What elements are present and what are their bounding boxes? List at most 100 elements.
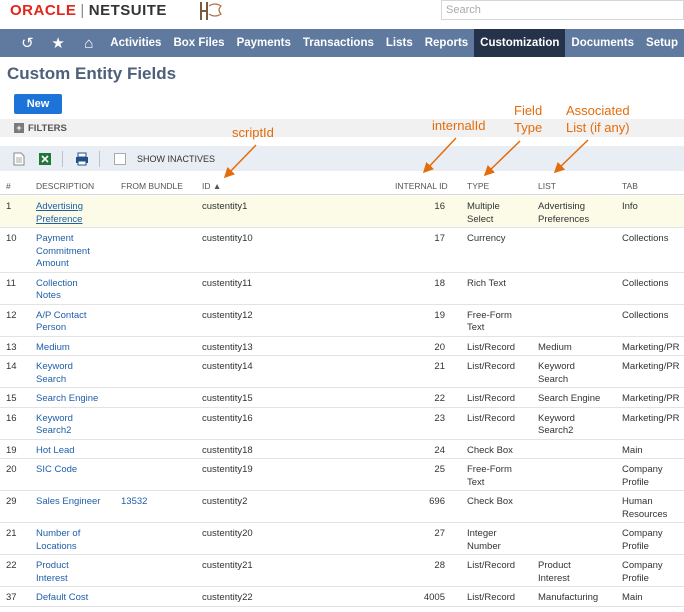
field-type-line: List/Record [467,592,516,603]
internal-id: 24 [434,444,445,456]
field-type: Currency [467,233,506,246]
description-link[interactable]: Keyword Search2 [36,413,73,438]
bundle-link[interactable]: 13532 [121,496,147,509]
star-icon[interactable]: ★ [43,29,74,57]
table-row[interactable]: 12 A/P Contact Person custentity12 19 Free-Fo… [0,305,684,337]
list-name-line: Keyword [538,412,575,424]
description-line: Search [36,373,67,385]
col-type-header[interactable]: TYPE [467,181,489,191]
nav-item-activities[interactable]: Activities [104,29,167,57]
row-number: 21 [6,528,17,539]
print-icon[interactable] [75,152,89,166]
export-csv-icon[interactable] [12,152,26,166]
col-list-header[interactable]: LIST [538,181,556,191]
script-id: custentity10 [202,233,253,244]
row-number: 37 [6,592,17,603]
table-row[interactable]: 16 Keyword Search2 custentity16 23 List/Recor… [0,408,684,440]
list-name: Keyword Search2 [538,413,575,438]
export-excel-icon[interactable] [38,152,52,166]
table-row[interactable]: 10 Payment Commitment Amount custentity10 17 C… [0,228,684,273]
field-type: List/Record [467,560,515,573]
description-link[interactable]: Default Cost [36,592,88,605]
table-row[interactable]: 21 Number of Locations custentity20 27 Intege… [0,523,684,555]
description-link[interactable]: Payment Commitment Amount [36,233,90,271]
description-link[interactable]: Collection Notes [36,278,78,303]
nav-item-documents[interactable]: Documents [565,29,640,57]
description-line: Person [36,322,67,333]
table-row[interactable]: 22 Product Interest custentity21 28 List/Reco… [0,555,684,587]
table-body: 1 Advertising Preference custentity1 16 Multi… [0,196,684,607]
list-name-line: Search2 [538,425,574,436]
annotation-associated-list: Associated List (if any) [566,102,630,136]
field-type-line: List/Record [467,393,516,404]
tab-name-line: Marketing/PR [622,361,680,372]
tab-name-line: Profile [622,572,649,584]
table-row[interactable]: 14 Keyword Search custentity14 21 List/Record… [0,356,684,388]
recent-icon[interactable]: ↺ [12,29,43,57]
tab-name-line: Info [622,201,638,212]
script-id: custentity18 [202,444,253,456]
tab-name: Marketing/PR [622,413,680,426]
row-number: 22 [6,560,17,571]
table-row[interactable]: 29 Sales Engineer 13532 custentity2 696 Check… [0,491,684,523]
brand-separator: | [80,2,85,19]
nav-item-customization[interactable]: Customization [474,29,566,57]
row-number: 10 [6,233,17,244]
description-link[interactable]: Advertising Preference [36,201,83,226]
internal-id: 19 [434,309,445,321]
row-number: 13 [6,341,17,353]
table-row[interactable]: 15 Search Engine custentity15 22 List/Record… [0,388,684,408]
internal-id: 4005 [423,592,445,603]
col-id-header[interactable]: ID ▲ [202,181,221,191]
table-row[interactable]: 11 Collection Notes custentity11 18 Rich Text… [0,273,684,305]
description-link[interactable]: A/P Contact Person [36,310,87,335]
field-type-line: Number [467,540,501,552]
filters-toggle[interactable]: + FILTERS [14,121,67,135]
show-inactives-checkbox[interactable] [114,152,126,165]
home-icon[interactable]: ⌂ [74,29,105,57]
tab-name-line: Company [622,528,663,539]
row-number: 19 [6,444,17,456]
row-number: 11 [6,277,16,289]
field-type: List/Record [467,361,515,374]
new-button[interactable]: New [14,94,62,114]
col-description-header[interactable]: DESCRIPTION [36,181,94,191]
description-line: Sales Engineer [36,496,101,507]
description-link[interactable]: Product Interest [36,560,69,585]
nav-item-transactions[interactable]: Transactions [297,29,380,57]
list-name: Product Interest [538,560,571,585]
description-line: Locations [36,540,77,552]
description-link[interactable]: Sales Engineer [36,496,100,509]
description-line: Number of [36,528,81,539]
annotation-field-type: Field Type [514,102,542,136]
nav-item-setup[interactable]: Setup [640,29,684,57]
script-id: custentity16 [202,412,253,424]
nav-item-lists[interactable]: Lists [380,29,419,57]
col-bundle-header[interactable]: FROM BUNDLE [121,181,183,191]
col-internal-id-header[interactable]: INTERNAL ID [395,181,448,191]
nav-item-reports[interactable]: Reports [419,29,474,57]
description-line: Preference [36,213,83,225]
global-search-input[interactable]: Search [441,0,684,20]
description-link[interactable]: Hot Lead [36,445,75,458]
description-link[interactable]: SIC Code [36,464,77,477]
col-tab-header[interactable]: TAB [622,181,638,191]
description-line: SIC Code [36,464,78,475]
field-type-line: Multiple [467,201,500,212]
description-link[interactable]: Keyword Search [36,361,73,386]
nav-item-payments[interactable]: Payments [231,29,297,57]
description-link[interactable]: Search Engine [36,393,98,406]
table-row[interactable]: 1 Advertising Preference custentity1 16 Multi… [0,196,684,228]
col-num-header[interactable]: # [6,181,11,191]
field-type-line: Select [467,213,494,225]
description-link[interactable]: Number of Locations [36,528,80,553]
brand-logo[interactable]: ORACLE | NETSUITE [10,2,167,19]
nav-item-box-files[interactable]: Box Files [167,29,230,57]
table-row[interactable]: 20 SIC Code custentity19 25 Free-Form Text Com… [0,459,684,491]
table-row[interactable]: 37 Default Cost custentity22 4005 List/Recor… [0,587,684,607]
field-type-line: Free-Form [467,464,512,475]
table-row[interactable]: 13 Medium custentity13 20 List/Record Medium M… [0,337,684,356]
description-link[interactable]: Medium [36,342,70,355]
table-row[interactable]: 19 Hot Lead custentity18 24 Check Box Main [0,440,684,459]
company-logo-icon [200,2,222,20]
